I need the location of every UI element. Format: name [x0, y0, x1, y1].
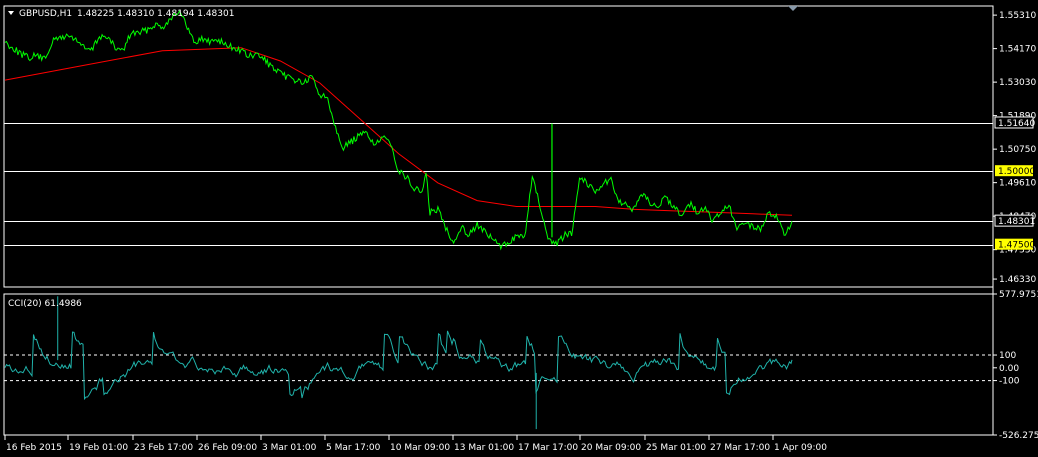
cci-y-axis: 577.9751 100 0.00 -100 -526.2753 — [993, 290, 1038, 441]
time-tick-label: 10 Mar 09:00 — [390, 443, 450, 453]
time-tick-label: 26 Feb 09:00 — [198, 443, 257, 453]
chart-shift-marker-icon[interactable] — [788, 6, 798, 11]
cci-tick-label: 0.00 — [999, 364, 1019, 374]
cci-tick-label: 577.9751 — [999, 290, 1038, 300]
time-tick-label: 17 Mar 17:00 — [518, 443, 578, 453]
time-tick-label: 1 Apr 09:00 — [774, 443, 827, 453]
time-tick-label: 5 Mar 17:00 — [326, 443, 381, 453]
horizontal-levels — [4, 123, 993, 246]
cci-layer — [4, 296, 993, 430]
cci-tick-label: 100 — [999, 351, 1016, 361]
time-tick-label: 20 Mar 09:00 — [581, 443, 641, 453]
time-tick-label: 16 Feb 2015 — [6, 443, 62, 453]
time-tick-label: 13 Mar 01:00 — [454, 443, 514, 453]
time-tick-label: 23 Feb 17:00 — [134, 443, 193, 453]
price-tick-label: 1.50750 — [999, 145, 1036, 155]
level-label: 1.48301 — [998, 217, 1035, 227]
symbol-label: GBPUSD,H1 — [19, 9, 72, 19]
cci-tick-label: -100 — [999, 377, 1020, 387]
time-axis: 16 Feb 2015 19 Feb 01:00 23 Feb 17:00 26 Fe… — [4, 435, 827, 453]
dropdown-triangle-icon[interactable] — [8, 11, 14, 15]
price-tick-label: 1.54170 — [999, 45, 1036, 55]
time-tick-label: 19 Feb 01:00 — [69, 443, 128, 453]
moving-average-layer — [4, 47, 793, 216]
time-tick-label: 3 Mar 01:00 — [262, 443, 317, 453]
level-label: 1.47500 — [998, 241, 1035, 251]
chart-area: 1.553101.541701.530301.518901.507501.496… — [3, 5, 1038, 453]
time-tick-label: 27 Mar 17:00 — [710, 443, 770, 453]
price-tick-label: 1.55310 — [999, 11, 1036, 21]
price-tick-label: 1.46330 — [999, 275, 1036, 285]
time-tick-label: 25 Mar 01:00 — [646, 443, 706, 453]
level-label: 1.50000 — [998, 167, 1035, 177]
price-layer — [4, 9, 793, 251]
cci-title: CCI(20) 61.4986 — [8, 299, 82, 309]
price-tick-label: 1.53030 — [999, 78, 1036, 88]
cci-tick-label: -526.2753 — [999, 431, 1038, 441]
price-line — [4, 9, 793, 251]
price-tick-label: 1.49610 — [999, 179, 1036, 189]
price-y-axis: 1.553101.541701.530301.518901.507501.496… — [993, 11, 1036, 285]
level-label: 1.51640 — [998, 119, 1035, 129]
price-pane-frame — [3, 5, 994, 288]
cci-line — [4, 330, 793, 401]
moving-average-line — [4, 47, 793, 216]
ohlc-values: 1.48225 1.48310 1.48194 1.48301 — [77, 9, 234, 19]
